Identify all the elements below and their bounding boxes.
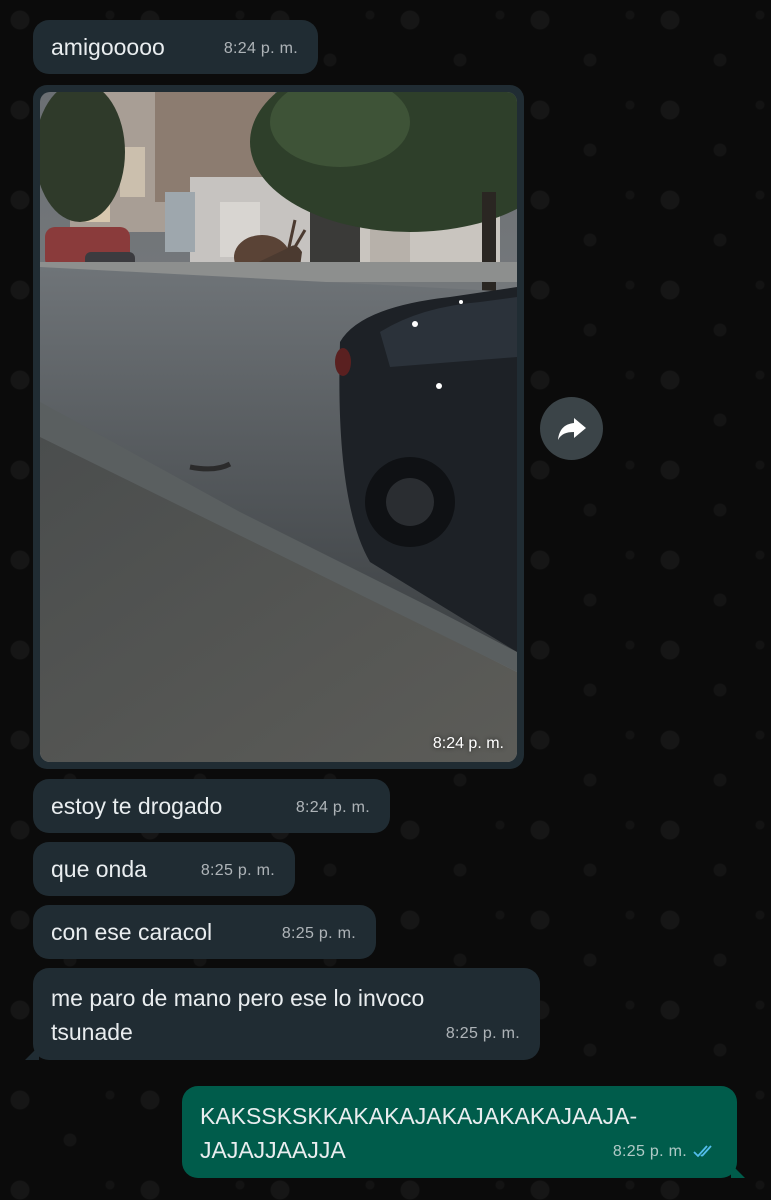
- forward-button[interactable]: [540, 397, 603, 460]
- message-bubble-incoming[interactable]: amigooooo 8:24 p. m.: [33, 20, 318, 74]
- message-bubble-outgoing[interactable]: KAKSSKSKKAKAKAJAKAJAKAKAJAAJA- JAJAJJAAJ…: [182, 1086, 745, 1178]
- message-text: KAKSSKSKKAKAKAJAKAJAKAKAJAAJA- JAJAJJAAJ…: [200, 1103, 638, 1163]
- message-text: con ese caracol: [51, 919, 213, 945]
- message-time: 8:24 p. m.: [223, 40, 298, 57]
- forward-icon: [557, 417, 586, 440]
- message-time: 8:25 p. m.: [612, 1143, 687, 1160]
- message-text: estoy te drogado: [51, 793, 223, 819]
- message-bubble-incoming[interactable]: estoy te drogado 8:24 p. m.: [33, 779, 390, 833]
- image-message-bubble[interactable]: 8:24 p. m.: [33, 85, 524, 769]
- message-time: 8:25 p. m.: [281, 925, 356, 942]
- message-bubble-incoming[interactable]: con ese caracol 8:25 p. m.: [33, 905, 376, 959]
- message-time: 8:24 p. m.: [295, 799, 370, 816]
- message-text: amigooooo: [51, 34, 165, 60]
- message-text: que onda: [51, 856, 147, 882]
- image-message-time: 8:24 p. m.: [432, 735, 504, 752]
- double-check-read-icon: [693, 1145, 712, 1158]
- message-time-with-status: 8:25 p. m.: [613, 1135, 717, 1169]
- message-text: me paro de mano pero ese lo invoco tsuna…: [51, 985, 425, 1045]
- message-bubble-incoming[interactable]: me paro de mano pero ese lo invoco tsuna…: [25, 968, 540, 1060]
- message-bubble-incoming[interactable]: que onda 8:25 p. m.: [33, 842, 295, 896]
- message-time: 8:25 p. m.: [445, 1025, 520, 1042]
- photo-street-snail[interactable]: [40, 92, 517, 762]
- message-time: 8:25 p. m.: [200, 862, 275, 879]
